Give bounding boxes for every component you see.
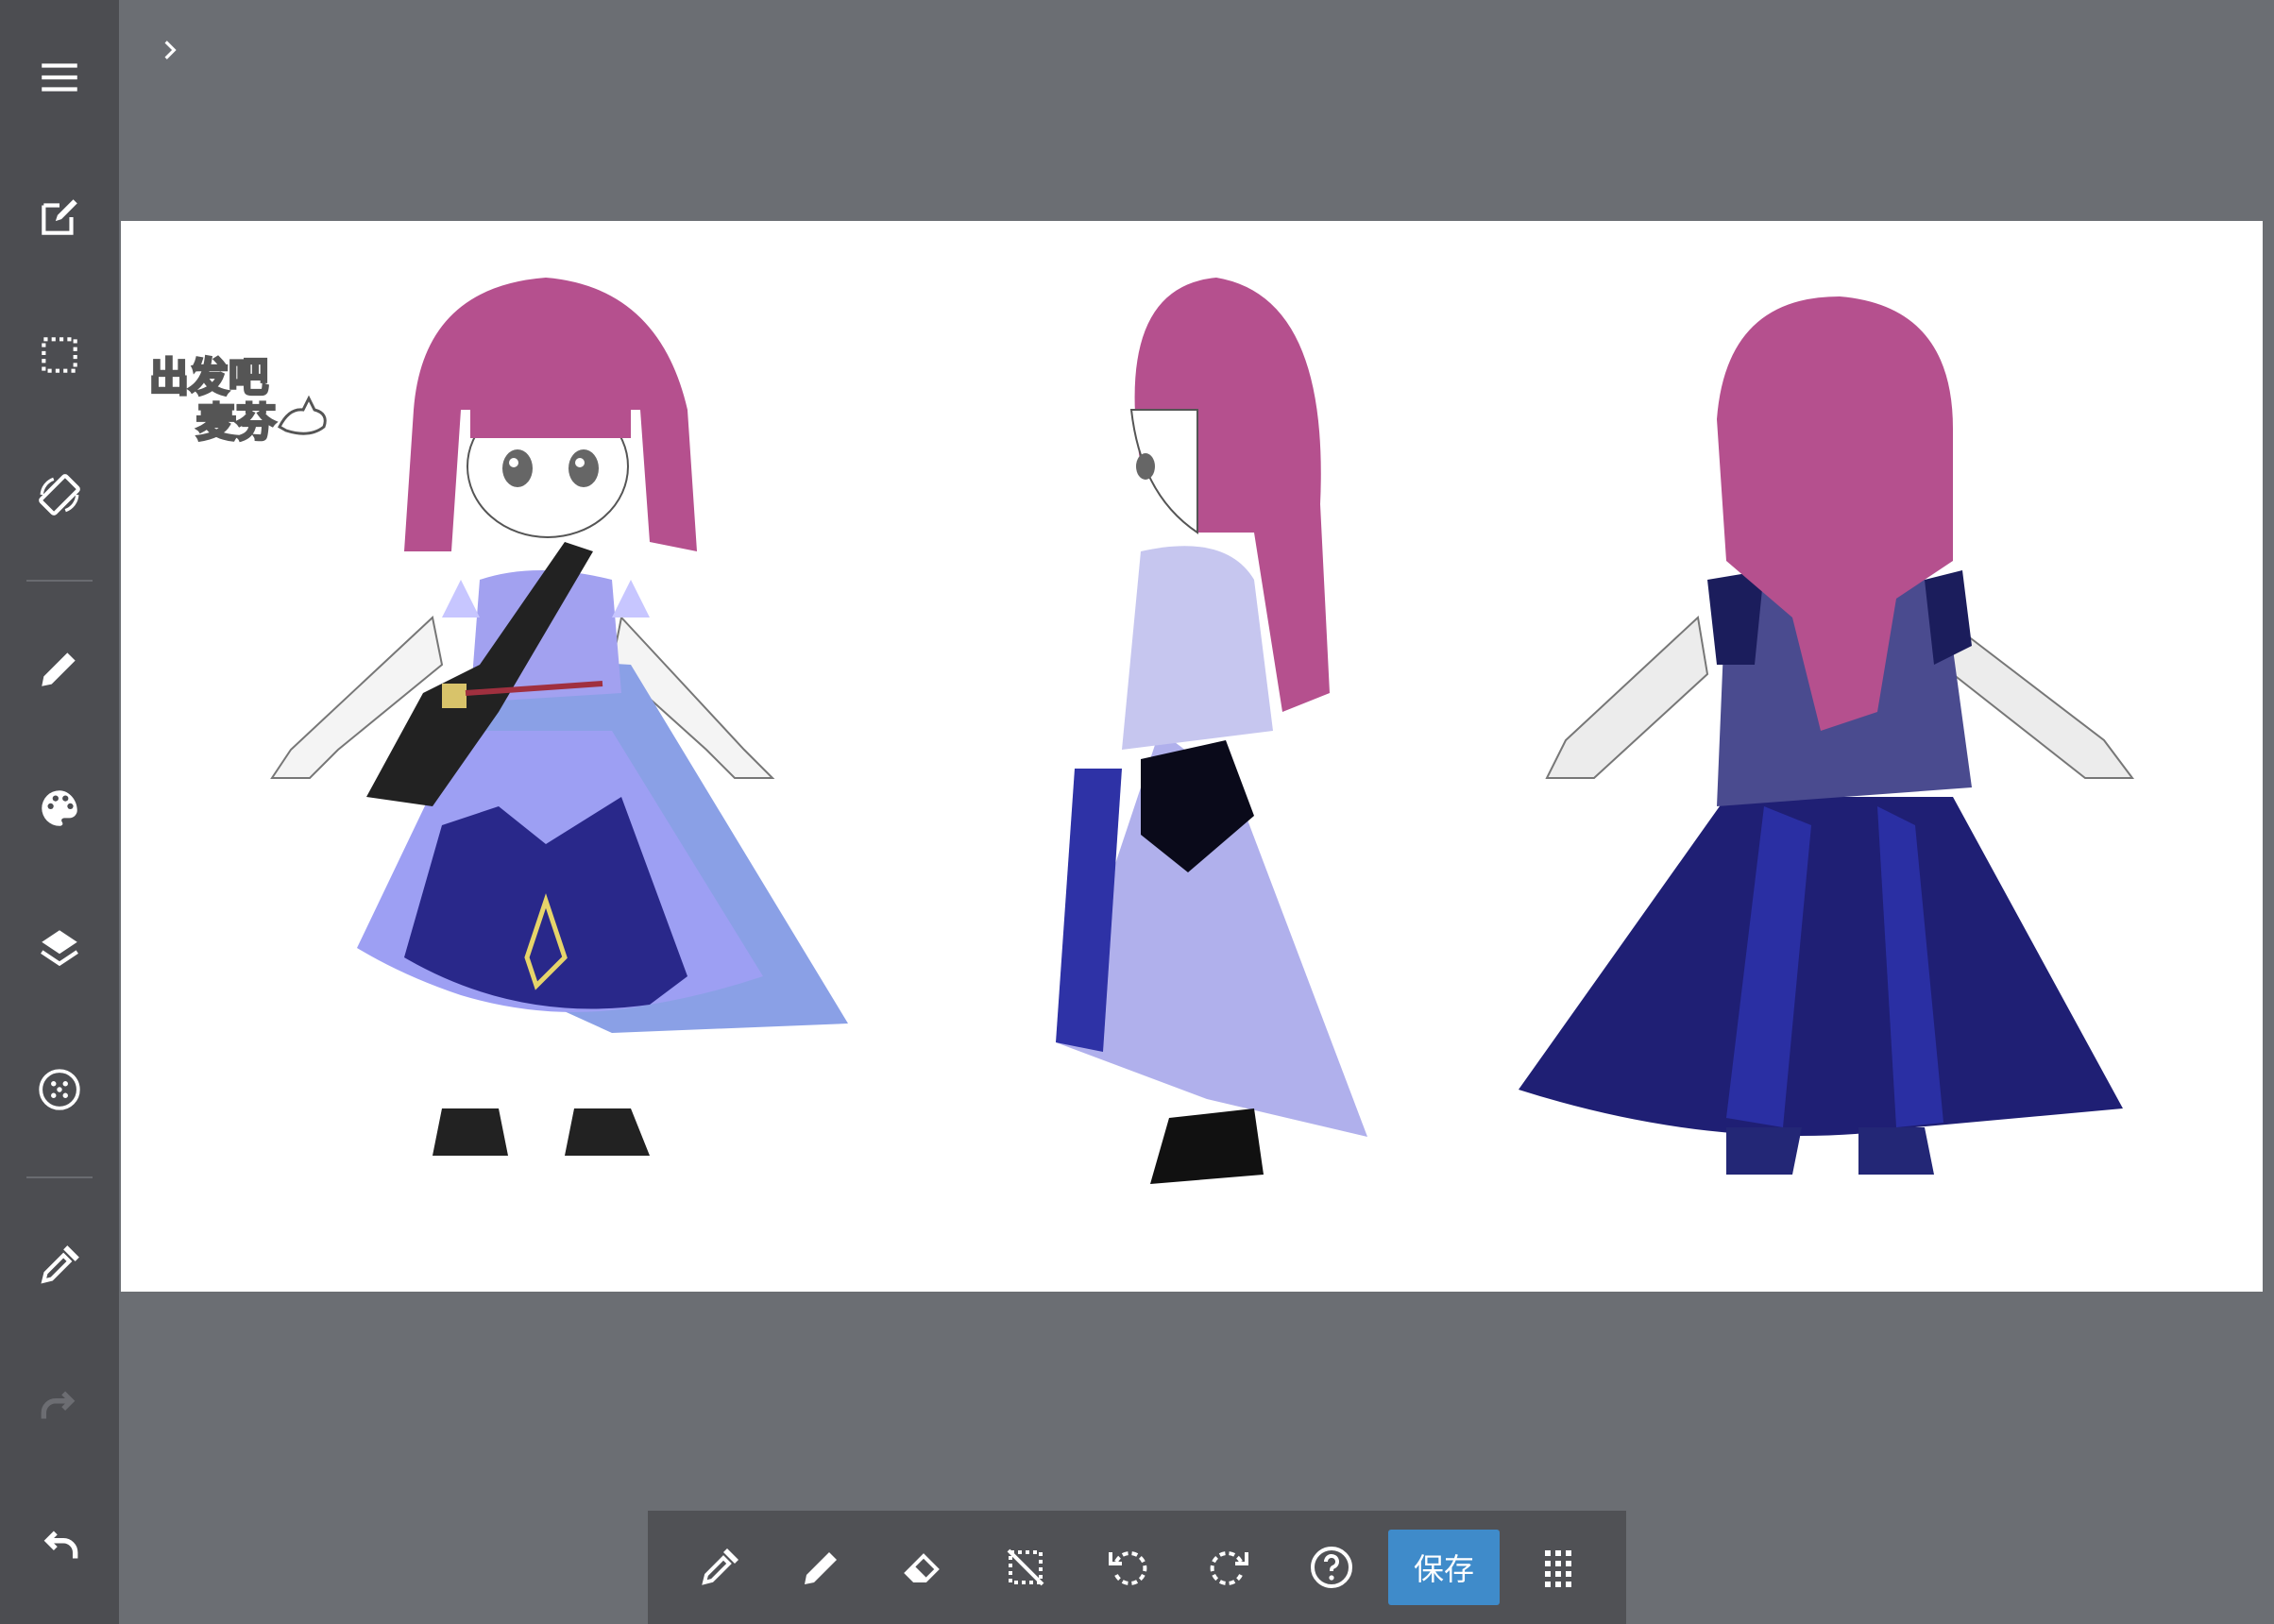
rotate-right-button[interactable] bbox=[1199, 1537, 1260, 1598]
menu-icon bbox=[42, 63, 77, 92]
grid-dots-icon bbox=[39, 1069, 80, 1110]
selection-button[interactable] bbox=[24, 319, 95, 391]
sidebar-divider bbox=[26, 1176, 93, 1178]
grid-button[interactable] bbox=[24, 1054, 95, 1125]
eyedropper-tool-button[interactable] bbox=[689, 1537, 750, 1598]
character-artwork: 出发吧 麦芬 bbox=[148, 278, 2134, 1184]
layers-icon bbox=[41, 930, 78, 967]
redo-icon bbox=[41, 1391, 76, 1419]
undo-button[interactable] bbox=[24, 1511, 95, 1582]
palette-button[interactable] bbox=[24, 772, 95, 844]
left-sidebar bbox=[0, 0, 119, 1624]
rotate-canvas-button[interactable] bbox=[24, 459, 95, 531]
eraser-tool-button[interactable] bbox=[893, 1537, 954, 1598]
edit-icon bbox=[42, 199, 77, 235]
layers-button[interactable] bbox=[24, 912, 95, 984]
chevron-right-icon bbox=[164, 41, 177, 59]
redo-button[interactable] bbox=[24, 1371, 95, 1443]
selection-icon bbox=[42, 337, 77, 373]
apps-grid-icon bbox=[1545, 1550, 1571, 1587]
rotate-canvas-icon bbox=[39, 474, 80, 516]
character-side-view bbox=[1056, 278, 1367, 1184]
help-icon bbox=[1311, 1547, 1352, 1588]
eraser-icon bbox=[904, 1553, 940, 1582]
pencil-tool-button[interactable] bbox=[791, 1537, 852, 1598]
pencil-button[interactable] bbox=[24, 633, 95, 704]
watermark-text-1: 出发吧 bbox=[149, 354, 268, 400]
pencil-icon bbox=[805, 1552, 837, 1584]
eyedropper-icon bbox=[702, 1548, 738, 1585]
undo-icon bbox=[43, 1531, 78, 1559]
character-back-view bbox=[1519, 296, 2134, 1175]
character-front-view bbox=[270, 278, 848, 1156]
more-apps-button[interactable] bbox=[1528, 1537, 1588, 1598]
redo-icon bbox=[1210, 1551, 1248, 1585]
watermark-text-2: 麦芬 bbox=[196, 399, 276, 446]
pencil-icon bbox=[42, 652, 76, 686]
drawing-canvas[interactable]: 出发吧 麦芬 bbox=[121, 221, 2263, 1292]
sidebar-divider bbox=[26, 580, 93, 582]
deselect-icon bbox=[1007, 1548, 1044, 1586]
rotate-left-button[interactable] bbox=[1097, 1537, 1158, 1598]
save-button[interactable]: 保存 bbox=[1388, 1530, 1500, 1605]
menu-button[interactable] bbox=[24, 42, 95, 113]
eyedropper-button[interactable] bbox=[24, 1229, 95, 1301]
bottom-toolbar: 保存 bbox=[648, 1511, 1626, 1624]
deselect-tool-button[interactable] bbox=[995, 1537, 1056, 1598]
undo-icon bbox=[1109, 1551, 1147, 1585]
edit-button[interactable] bbox=[24, 181, 95, 253]
expand-panel-button[interactable] bbox=[151, 26, 189, 74]
watermark-logo: 出发吧 麦芬 bbox=[148, 353, 327, 448]
palette-icon bbox=[42, 790, 77, 826]
help-button[interactable] bbox=[1301, 1537, 1362, 1598]
eyedropper-icon bbox=[41, 1245, 79, 1284]
